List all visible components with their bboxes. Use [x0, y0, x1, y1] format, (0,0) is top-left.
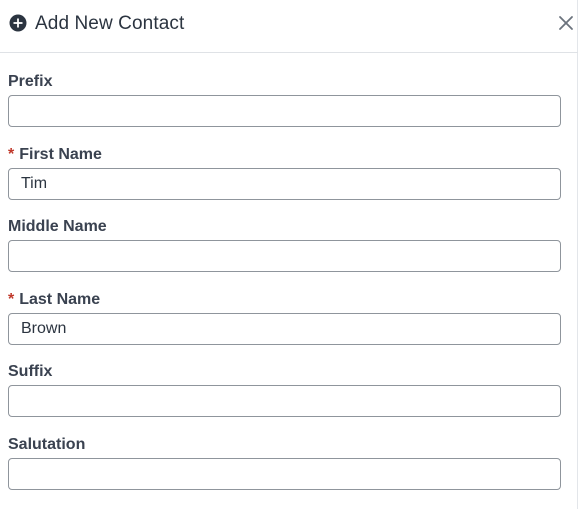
last-name-field: * Last Name: [8, 290, 561, 345]
first-name-field: * First Name: [8, 145, 561, 200]
prefix-label: Prefix: [8, 72, 561, 92]
middle-name-label-text: Middle Name: [8, 218, 107, 235]
salutation-label: Salutation: [8, 435, 561, 455]
close-icon[interactable]: [555, 12, 577, 34]
middle-name-label: Middle Name: [8, 217, 561, 237]
prefix-field: Prefix: [8, 72, 561, 127]
suffix-input[interactable]: [8, 385, 561, 417]
suffix-label-text: Suffix: [8, 363, 53, 380]
first-name-label-text: First Name: [19, 146, 102, 163]
prefix-label-text: Prefix: [8, 73, 53, 90]
dialog-title: Add New Contact: [35, 13, 185, 34]
salutation-field: Salutation: [8, 435, 561, 490]
salutation-input[interactable]: [8, 458, 561, 490]
salutation-label-text: Salutation: [8, 436, 86, 453]
middle-name-field: Middle Name: [8, 217, 561, 272]
last-name-label-text: Last Name: [19, 291, 101, 308]
plus-circle-icon: [9, 14, 27, 32]
middle-name-input[interactable]: [8, 240, 561, 272]
required-marker: *: [8, 291, 15, 308]
last-name-label: * Last Name: [8, 290, 561, 310]
last-name-input[interactable]: [8, 313, 561, 345]
prefix-input[interactable]: [8, 95, 561, 127]
suffix-label: Suffix: [8, 362, 561, 382]
dialog-header: Add New Contact: [0, 0, 578, 53]
first-name-label: * First Name: [8, 145, 561, 165]
add-contact-panel: Add New Contact Prefix *First Name Middl…: [0, 0, 578, 509]
suffix-field: Suffix: [8, 362, 561, 417]
first-name-input[interactable]: [8, 168, 561, 200]
required-marker: *: [8, 146, 15, 163]
